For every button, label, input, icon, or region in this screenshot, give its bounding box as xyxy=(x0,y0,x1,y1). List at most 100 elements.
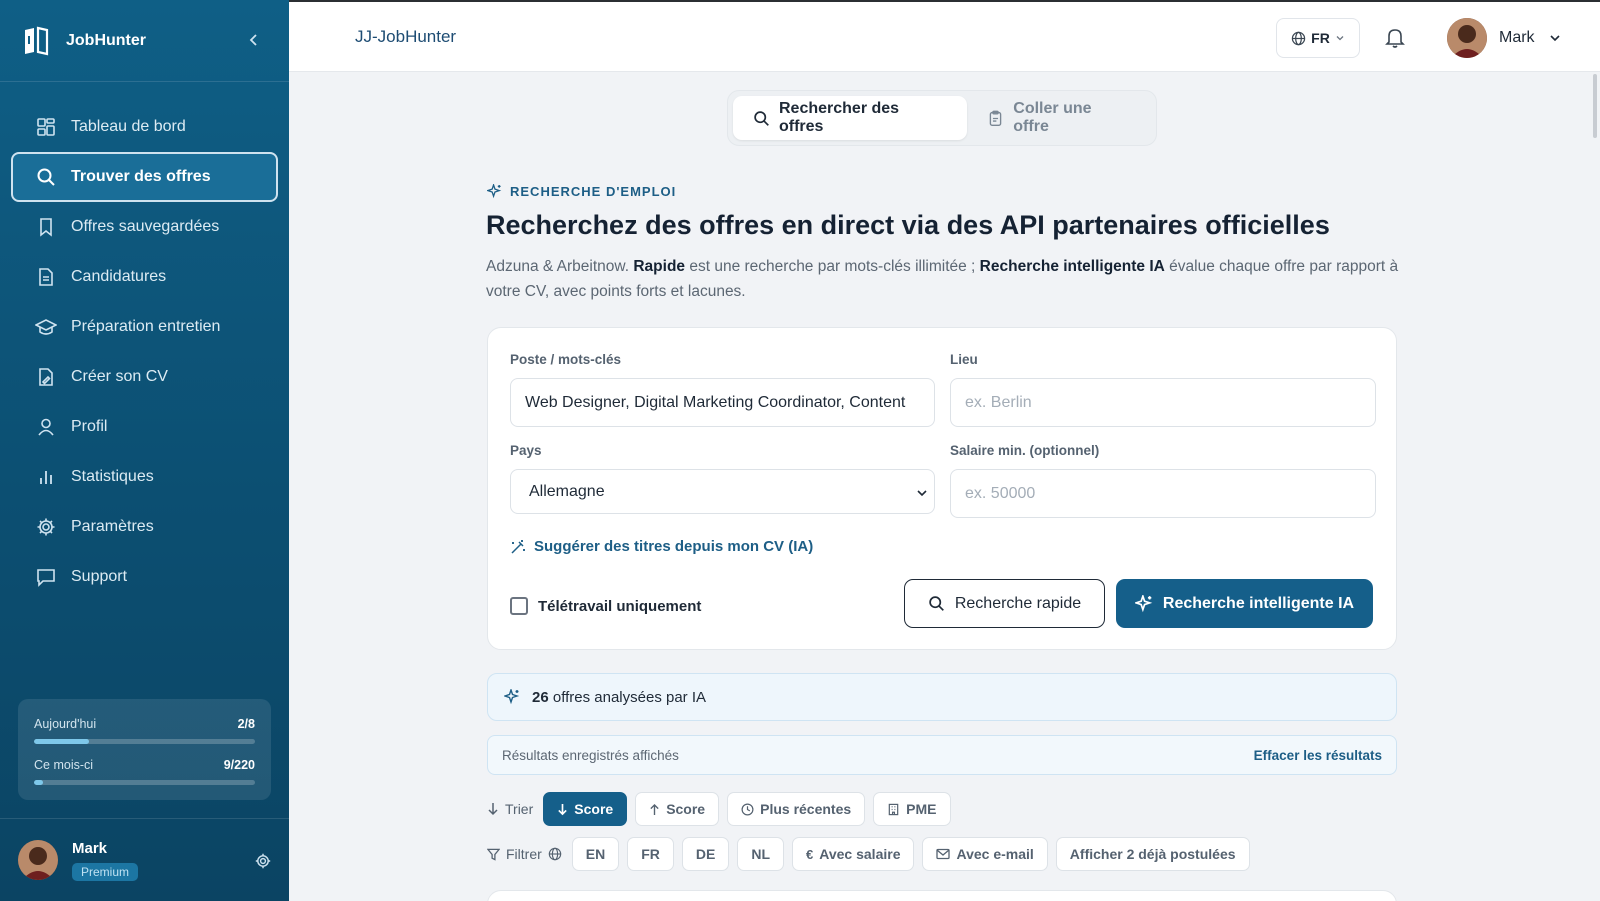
sidebar-item-support[interactable]: Support xyxy=(11,552,278,602)
sidebar-item-saved-offers[interactable]: Offres sauvegardées xyxy=(11,202,278,252)
country-label: Pays xyxy=(510,443,542,458)
clock-icon xyxy=(741,803,754,816)
bell-icon[interactable] xyxy=(1385,27,1405,49)
sidebar-user[interactable]: Mark Premium xyxy=(0,818,289,901)
sidebar-item-profile[interactable]: Profil xyxy=(11,402,278,452)
desc-bold: Rapide xyxy=(633,258,686,275)
page-description: Adzuna & Arbeitnow. Rapide est une reche… xyxy=(486,254,1406,304)
location-input[interactable]: ex. Berlin xyxy=(950,378,1376,427)
plan-badge: Premium xyxy=(72,862,139,881)
usage-month: Ce mois-ci 9/220 xyxy=(34,758,255,772)
gear-icon[interactable] xyxy=(255,853,271,869)
section-eyebrow: RECHERCHE D'EMPLOI xyxy=(487,184,676,199)
sidebar-item-label: Profil xyxy=(71,418,108,435)
sort-score-asc[interactable]: Score xyxy=(635,792,720,826)
filter-with-salary[interactable]: € Avec salaire xyxy=(792,837,915,871)
filter-option-label: Avec e-mail xyxy=(956,846,1034,862)
filter-bar: Filtrer EN FR DE NL € Avec salaire Avec … xyxy=(487,837,1250,871)
tab-label: Coller une offre xyxy=(1013,100,1092,135)
results-list-card xyxy=(487,890,1397,901)
sort-most-recent[interactable]: Plus récentes xyxy=(727,792,866,826)
chevron-down-icon xyxy=(916,488,928,498)
salary-input[interactable]: ex. 50000 xyxy=(950,469,1376,518)
sidebar-item-create-cv[interactable]: Créer son CV xyxy=(11,352,278,402)
filter-with-email[interactable]: Avec e-mail xyxy=(922,837,1048,871)
filter-option-label: Afficher 2 déjà postulées xyxy=(1069,846,1236,862)
sidebar-item-interview-prep[interactable]: Préparation entretien xyxy=(11,302,278,352)
app-title: JJ-JobHunter xyxy=(355,27,457,46)
search-icon xyxy=(35,166,57,188)
sidebar-item-label: Support xyxy=(71,568,128,585)
saved-results-text: Résultats enregistrés affichés xyxy=(502,747,679,763)
sort-label: Trier xyxy=(505,801,534,817)
scrollbar-thumb[interactable] xyxy=(1593,74,1597,138)
sidebar-item-label: Candidatures xyxy=(71,268,167,285)
user-menu[interactable]: Mark xyxy=(1447,18,1561,58)
suggest-titles-label: Suggérer des titres depuis mon CV (IA) xyxy=(534,538,814,555)
tab-label: Rechercher des offres xyxy=(779,100,900,135)
tab-paste-offer[interactable]: Coller une offre xyxy=(967,96,1151,140)
sort-option-label: Score xyxy=(666,801,706,817)
usage-today-value: 2/8 xyxy=(237,717,255,731)
quick-search-button[interactable]: Recherche rapide xyxy=(904,579,1105,628)
sidebar-item-statistics[interactable]: Statistiques xyxy=(11,452,278,502)
sidebar-item-dashboard[interactable]: Tableau de bord xyxy=(11,102,278,152)
sort-score-desc[interactable]: Score xyxy=(543,792,628,826)
dashboard-icon xyxy=(35,116,57,138)
brand[interactable]: JobHunter xyxy=(0,0,289,82)
mail-icon xyxy=(936,848,951,860)
filter-show-applied[interactable]: Afficher 2 déjà postulées xyxy=(1055,837,1250,871)
document-icon xyxy=(35,266,57,288)
usage-panel: Aujourd'hui 2/8 Ce mois-ci 9/220 xyxy=(18,699,271,800)
tab-search-offers[interactable]: Rechercher des offres xyxy=(733,96,968,140)
clear-results-link[interactable]: Effacer les résultats xyxy=(1254,748,1382,763)
sidebar-item-find-offers[interactable]: Trouver des offres xyxy=(11,152,278,202)
sidebar-item-label: Créer son CV xyxy=(71,368,168,385)
collapse-sidebar-icon[interactable] xyxy=(248,33,260,47)
keywords-input[interactable]: Web Designer, Digital Marketing Coordina… xyxy=(510,378,935,427)
desc-part: Adzuna & Arbeitnow. xyxy=(486,258,634,275)
globe-icon xyxy=(1291,31,1306,46)
magic-wand-icon xyxy=(510,539,526,555)
salary-label: Salaire min. (optionnel) xyxy=(950,443,1100,458)
sidebar-item-label: Trouver des offres xyxy=(71,168,211,185)
sidebar-item-applications[interactable]: Candidatures xyxy=(11,252,278,302)
arrow-down-icon xyxy=(557,803,568,816)
remote-only-label: Télétravail uniquement xyxy=(538,597,702,615)
filter-lang-nl[interactable]: NL xyxy=(737,837,785,871)
filter-option-label: EN xyxy=(585,846,606,862)
checkbox[interactable] xyxy=(510,597,528,615)
sidebar-nav: Tableau de bord Trouver des offres Offre… xyxy=(0,82,289,602)
ai-search-label: Recherche intelligente IA xyxy=(1162,594,1355,612)
sort-label-group: Trier xyxy=(487,801,533,817)
search-form-card: Poste / mots-clés Web Designer, Digital … xyxy=(487,327,1397,650)
message-icon xyxy=(35,566,57,588)
sidebar-item-settings[interactable]: Paramètres xyxy=(11,502,278,552)
filter-lang-de[interactable]: DE xyxy=(681,837,730,871)
globe-icon xyxy=(548,847,562,861)
sidebar-item-label: Paramètres xyxy=(71,518,154,535)
language-selector[interactable]: FR xyxy=(1276,18,1360,58)
ai-search-button[interactable]: Recherche intelligente IA xyxy=(1116,579,1373,628)
eyebrow-text: RECHERCHE D'EMPLOI xyxy=(510,184,677,199)
usage-today-label: Aujourd'hui xyxy=(34,717,97,731)
avatar xyxy=(18,840,58,880)
filter-lang-fr[interactable]: FR xyxy=(627,837,674,871)
country-value: Allemagne xyxy=(529,482,605,500)
analysis-summary: 26 offres analysées par IA xyxy=(532,689,706,706)
user-name: Mark xyxy=(1499,29,1535,46)
remote-only-checkbox[interactable]: Télétravail uniquement xyxy=(510,597,701,615)
suggest-titles-link[interactable]: Suggérer des titres depuis mon CV (IA) xyxy=(510,538,813,555)
usage-today: Aujourd'hui 2/8 xyxy=(34,717,255,731)
usage-today-bar-fill xyxy=(34,739,90,744)
ai-analysis-banner: 26 offres analysées par IA xyxy=(487,673,1397,721)
sort-sme[interactable]: PME xyxy=(873,792,951,826)
filter-lang-en[interactable]: EN xyxy=(571,837,620,871)
sidebar-user-name: Mark xyxy=(72,839,108,857)
sidebar-item-label: Préparation entretien xyxy=(71,318,221,335)
file-edit-icon xyxy=(35,366,57,388)
bookmark-icon xyxy=(35,216,57,238)
keywords-label: Poste / mots-clés xyxy=(510,352,622,367)
analysis-text: offres analysées par IA xyxy=(552,688,707,706)
country-select[interactable]: Allemagne xyxy=(510,469,935,514)
